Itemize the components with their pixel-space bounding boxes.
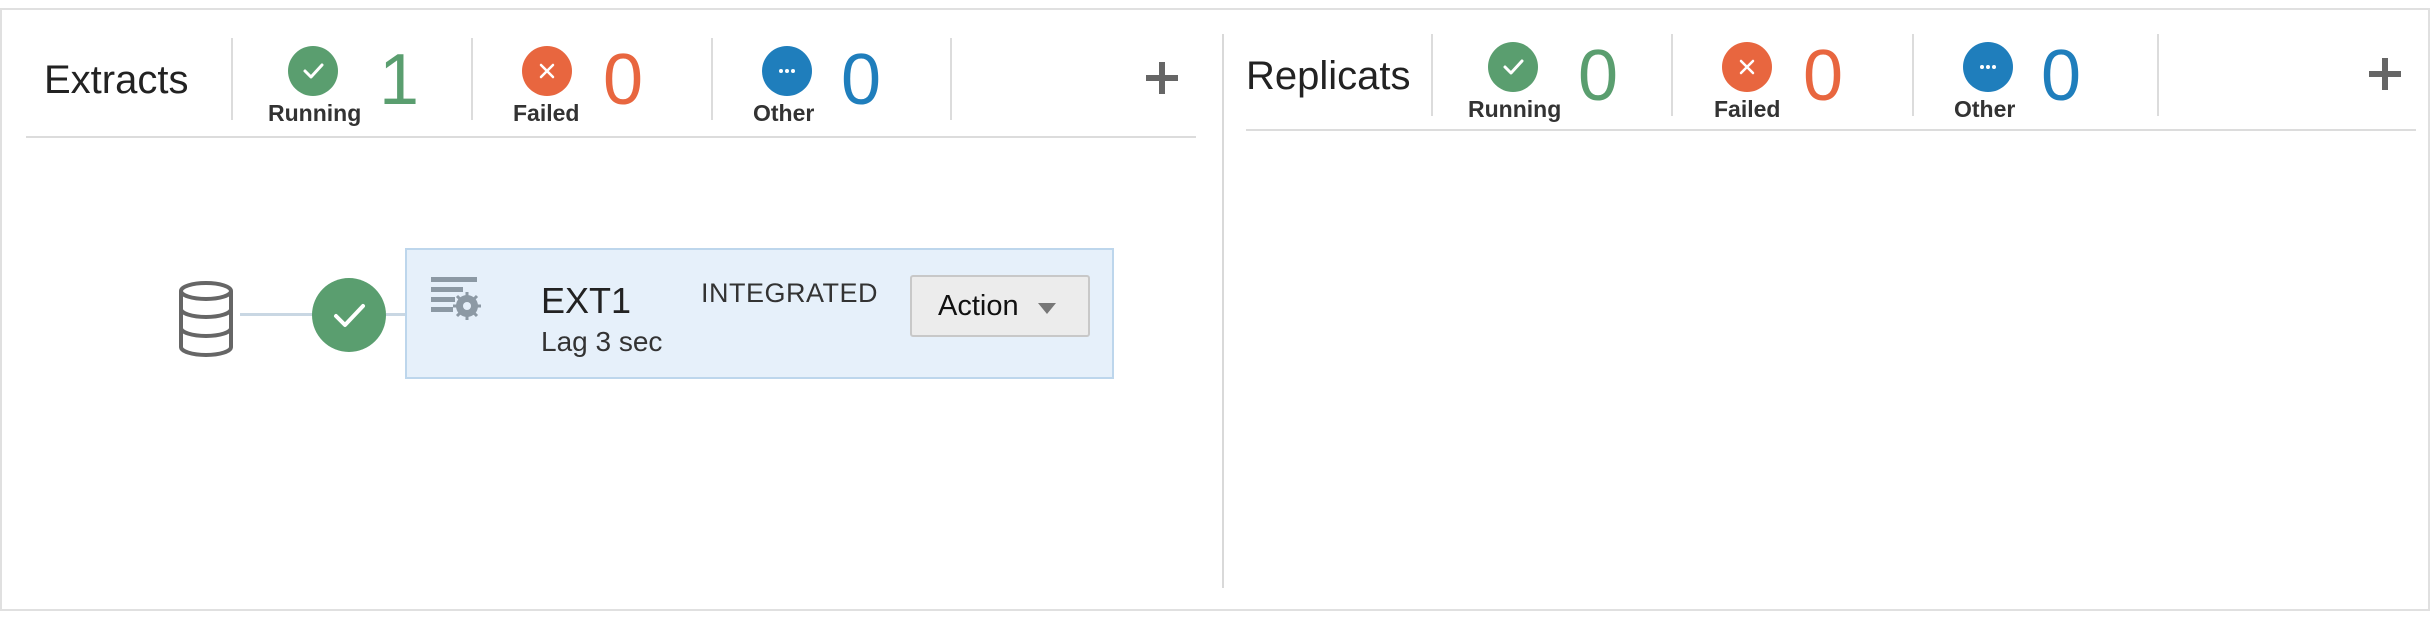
- extract-name: EXT1: [541, 280, 632, 321]
- running-count: 1: [379, 40, 420, 120]
- database-icon: [179, 281, 233, 357]
- extracts-title: Extracts: [44, 58, 189, 102]
- action-label: Action: [938, 289, 1019, 322]
- action-dropdown-button[interactable]: Action: [910, 275, 1090, 337]
- header-separator: [1671, 34, 1673, 116]
- replicats-panel: Replicats Running 0 Failed 0 Other 0: [1224, 8, 2430, 611]
- running-label: Running: [268, 100, 362, 126]
- add-extract-plus-icon[interactable]: [1144, 60, 1180, 96]
- failed-count: 0: [1803, 36, 1844, 116]
- other-label: Other: [753, 100, 815, 126]
- failed-label: Failed: [513, 100, 580, 126]
- other-count: 0: [2041, 36, 2082, 116]
- other-label: Other: [1954, 96, 2016, 122]
- ellipsis-icon: [1963, 42, 2013, 92]
- header-separator: [711, 38, 713, 120]
- extracts-header-underline: [26, 136, 1196, 138]
- extracts-header: Extracts Running 1 Failed 0 Other 0: [0, 8, 1222, 138]
- x-icon: [522, 46, 572, 96]
- header-separator: [2157, 34, 2159, 116]
- running-count: 0: [1578, 36, 1619, 116]
- header-separator: [231, 38, 233, 120]
- check-icon: [1488, 42, 1538, 92]
- extract-settings-icon: [431, 277, 481, 320]
- header-separator: [1912, 34, 1914, 116]
- replicats-header: Replicats Running 0 Failed 0 Other 0: [1224, 8, 2430, 138]
- header-separator: [471, 38, 473, 120]
- other-count: 0: [841, 40, 882, 120]
- x-icon: [1722, 42, 1772, 92]
- check-icon: [288, 46, 338, 96]
- replicats-header-underline: [1246, 129, 2416, 131]
- failed-label: Failed: [1714, 96, 1781, 122]
- caret-down-icon: [1038, 303, 1056, 314]
- extracts-panel: Extracts Running 1 Failed 0 Other 0 EXT1…: [0, 8, 1222, 611]
- header-separator: [1431, 34, 1433, 116]
- extract-card-ext1[interactable]: EXT1 Lag 3 sec INTEGRATED Action: [405, 248, 1114, 379]
- running-label: Running: [1468, 96, 1562, 122]
- failed-count: 0: [603, 40, 644, 120]
- ext1-status-check-icon: [312, 278, 386, 352]
- add-replicat-plus-icon[interactable]: [2367, 56, 2403, 92]
- connector-line: [240, 313, 314, 316]
- replicats-title: Replicats: [1246, 54, 1411, 98]
- extract-type: INTEGRATED: [701, 278, 879, 308]
- header-separator: [950, 38, 952, 120]
- extract-lag: Lag 3 sec: [541, 326, 663, 357]
- ellipsis-icon: [762, 46, 812, 96]
